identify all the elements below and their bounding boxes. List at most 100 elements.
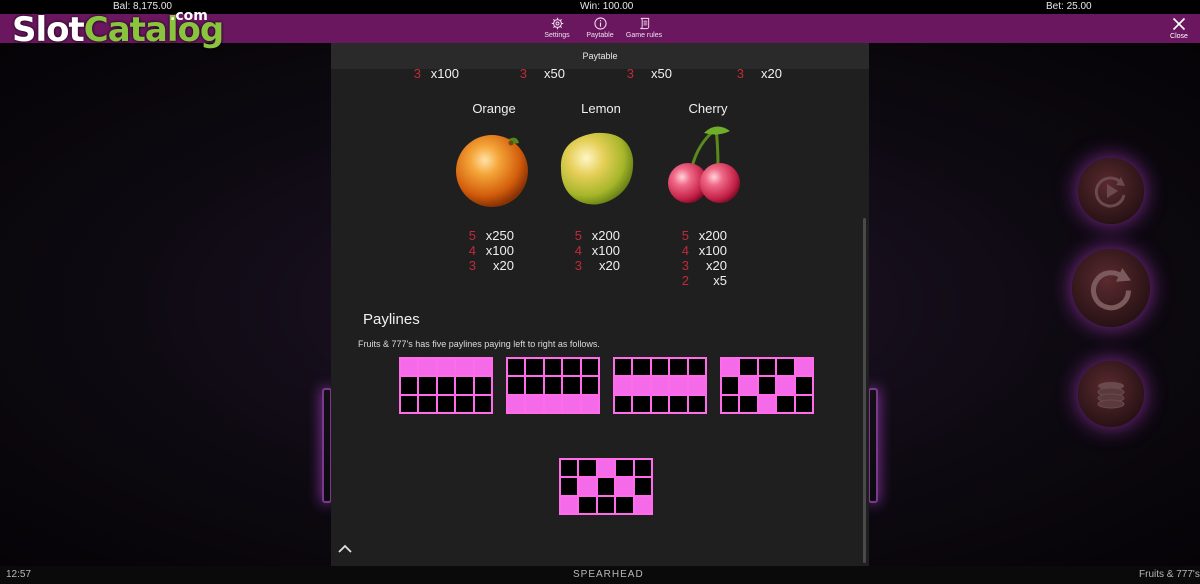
payline-cell-active	[794, 358, 813, 377]
payline-cell	[418, 394, 437, 413]
payline-cell	[614, 394, 633, 413]
payout-count: 5	[681, 228, 689, 243]
payout-multiplier: x20	[493, 258, 514, 273]
payline-cell	[650, 394, 670, 413]
payout-multiplier: x200	[591, 228, 620, 243]
payout-multiplier: x100	[591, 243, 620, 258]
payline-cell	[794, 394, 813, 413]
payline-cell	[525, 358, 544, 377]
payline-cell-active	[739, 376, 758, 395]
game-title-text: Fruits & 777's	[1139, 569, 1200, 580]
payline-cell-active	[455, 358, 474, 377]
autoplay-icon	[1094, 176, 1126, 208]
payline-cell	[687, 358, 706, 377]
payline-cell	[436, 376, 456, 395]
payline-cell	[455, 394, 474, 413]
payline-cell-active	[507, 394, 526, 413]
payout-count: 3	[519, 66, 527, 81]
payline-cell	[578, 459, 597, 478]
payline-cell	[633, 459, 652, 478]
payline-4	[720, 357, 814, 414]
scroll-icon	[639, 17, 649, 30]
payout-count: 4	[574, 243, 582, 258]
payline-cell-active	[473, 358, 492, 377]
payline-cell	[560, 477, 579, 496]
payline-cell	[578, 495, 597, 514]
payline-cell-active	[596, 459, 616, 478]
payline-cell	[739, 358, 758, 377]
settings-label: Settings	[544, 32, 570, 39]
payout-count: 3	[468, 258, 476, 273]
payline-cell	[633, 477, 652, 496]
payline-cell	[794, 376, 813, 395]
payline-cell	[543, 358, 563, 377]
payline-cell	[580, 376, 599, 395]
coins-icon	[1097, 382, 1125, 409]
close-label: Close	[1170, 33, 1188, 40]
payline-cell-active	[578, 477, 597, 496]
payline-cell	[632, 358, 651, 377]
cherry-icon	[668, 126, 740, 203]
payout-count: 5	[574, 228, 582, 243]
payline-1	[399, 357, 493, 414]
bet-button[interactable]	[1078, 361, 1144, 427]
reel-frame-right	[868, 388, 878, 503]
payout-count: 4	[468, 243, 476, 258]
payout-count: 4	[681, 243, 689, 258]
payout-multiplier: x5	[713, 273, 727, 288]
payline-cell	[721, 376, 740, 395]
payline-cell-active	[757, 394, 777, 413]
close-icon	[1172, 17, 1186, 31]
spin-icon	[1091, 268, 1131, 311]
payout-count: 3	[626, 66, 634, 81]
payline-cell-active	[650, 376, 670, 395]
slotcatalog-logo: SlotCatalog .com	[12, 8, 224, 54]
spin-button[interactable]	[1072, 249, 1150, 327]
game-rules-label: Game rules	[625, 32, 663, 39]
payline-cell	[436, 394, 456, 413]
payline-cell	[721, 394, 740, 413]
symbol-name-cherry: Cherry	[688, 101, 728, 116]
close-button[interactable]: Close	[1164, 16, 1194, 40]
paytable-button[interactable]: Paytable	[575, 16, 625, 39]
paytable-panel[interactable]: Paytable 3 x100 3 x50 3 x50 3 x20 Orange…	[331, 43, 869, 566]
payout-multiplier: x250	[485, 228, 514, 243]
bet-text: Bet: 25.00	[1046, 1, 1092, 12]
payline-cell-active	[562, 394, 581, 413]
payout-count: 2	[681, 273, 689, 288]
payline-3	[613, 357, 707, 414]
panel-scrollbar[interactable]	[863, 218, 866, 563]
chevron-up-icon[interactable]	[337, 541, 353, 557]
paytable-label: Paytable	[586, 32, 614, 39]
payline-cell	[580, 358, 599, 377]
paylines-heading: Paylines	[363, 311, 420, 328]
payline-cell	[776, 394, 795, 413]
gear-icon	[551, 17, 563, 30]
win-text: Win: 100.00	[580, 1, 634, 12]
payout-count: 5	[468, 228, 476, 243]
payline-cell	[615, 495, 634, 514]
payline-cell-active	[687, 376, 706, 395]
payline-cell-active	[633, 495, 652, 514]
payout-multiplier: x100	[430, 66, 459, 81]
game-rules-button[interactable]: Game rules	[619, 16, 669, 39]
payline-cell	[669, 358, 688, 377]
payout-count: 3	[574, 258, 582, 273]
orange-icon	[456, 135, 528, 207]
payline-5	[559, 458, 653, 515]
logo-dotcom: .com	[170, 8, 208, 24]
payline-cell	[739, 394, 758, 413]
brand-text: SPEARHEAD	[573, 569, 644, 580]
payline-cell-active	[525, 394, 544, 413]
payout-count: 3	[413, 66, 421, 81]
payline-cell-active	[615, 477, 634, 496]
symbol-name-lemon: Lemon	[581, 101, 621, 116]
autoplay-button[interactable]	[1078, 158, 1144, 224]
payline-cell	[507, 376, 526, 395]
symbol-name-orange: Orange	[472, 101, 516, 116]
payout-multiplier: x200	[698, 228, 727, 243]
payline-cell	[507, 358, 526, 377]
payline-cell	[614, 358, 633, 377]
payline-cell-active	[614, 376, 633, 395]
clock-text: 12:57	[6, 569, 32, 580]
